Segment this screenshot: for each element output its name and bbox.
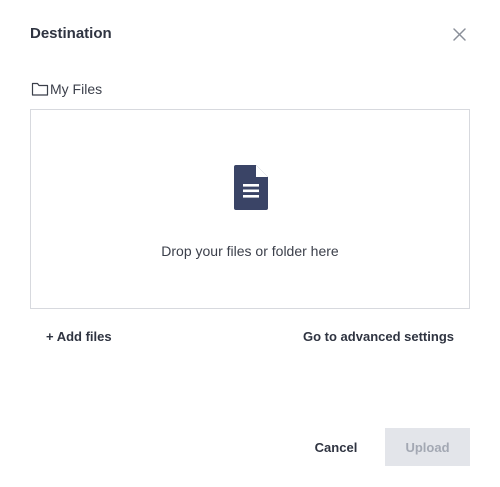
document-icon [234,165,268,210]
add-files-button[interactable]: + Add files [46,328,112,346]
advanced-settings-link[interactable]: Go to advanced settings [303,328,454,346]
close-icon [453,28,466,41]
breadcrumb-label: My Files [50,81,103,97]
folder-icon [31,82,49,96]
dialog-title: Destination [30,25,112,42]
breadcrumb-my-files[interactable]: My Files [31,80,102,98]
destination-dialog: Destination My Files Drop your files or … [0,0,500,487]
cancel-button[interactable]: Cancel [300,428,372,466]
upload-button[interactable]: Upload [385,428,470,466]
dropzone-text: Drop your files or folder here [161,243,339,259]
close-button[interactable] [450,25,470,45]
file-dropzone[interactable]: Drop your files or folder here [30,109,470,309]
